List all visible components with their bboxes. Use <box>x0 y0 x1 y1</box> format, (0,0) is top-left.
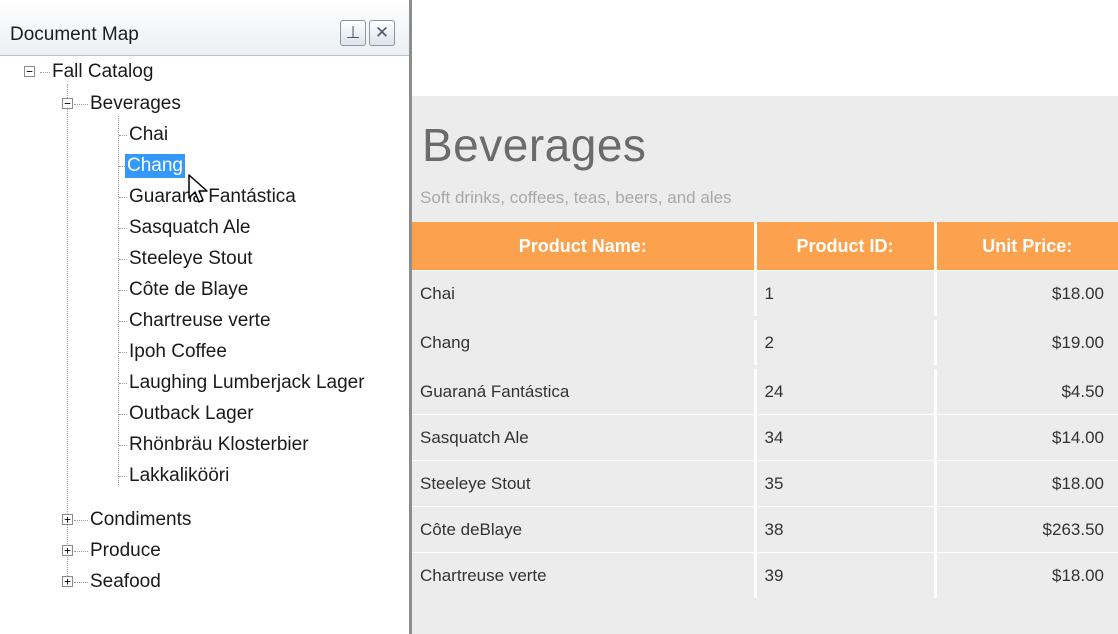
close-button[interactable]: ✕ <box>369 20 395 46</box>
table-header-row: Product Name: Product ID: Unit Price: <box>412 222 1118 271</box>
product-id-cell: 39 <box>755 552 937 598</box>
unit-price-cell: $4.50 <box>935 366 1118 415</box>
product-id-cell: 24 <box>755 366 937 415</box>
product-name-cell: Chang <box>412 317 757 367</box>
tree-line <box>74 520 88 521</box>
unit-price-cell: $18.00 <box>935 270 1118 318</box>
tree-line <box>74 582 88 583</box>
unit-price-cell: $263.50 <box>935 506 1118 553</box>
collapse-toggle-beverages[interactable]: − <box>62 98 73 109</box>
tree-line <box>119 228 127 229</box>
pin-button[interactable]: ⊥ <box>340 20 366 46</box>
tree-line <box>74 551 88 552</box>
table-row: Sasquatch Ale 34 $14.00 <box>412 414 1118 461</box>
table-row: Côte deBlaye 38 $263.50 <box>412 506 1118 553</box>
report-preview: Beverages Soft drinks, coffees, teas, be… <box>412 0 1118 634</box>
table-row: Steeleye Stout 35 $18.00 <box>412 460 1118 507</box>
product-id-cell: 1 <box>755 270 937 318</box>
tree-line <box>119 383 127 384</box>
report-subtitle: Soft drinks, coffees, teas, beers, and a… <box>420 188 732 207</box>
product-name-cell: Chai <box>412 270 757 318</box>
products-table: Product Name: Product ID: Unit Price: Ch… <box>412 222 1118 598</box>
product-name-cell: Sasquatch Ale <box>412 414 757 461</box>
tree-line <box>119 259 127 260</box>
tree-line <box>119 290 127 291</box>
product-name-cell: Côte deBlaye <box>412 506 757 553</box>
product-name-cell: Steeleye Stout <box>412 460 757 507</box>
tree-node-laughing-lumberjack-lager[interactable]: Laughing Lumberjack Lager <box>127 371 367 395</box>
tree-node-beverages[interactable]: Beverages <box>88 92 183 116</box>
table-row: Chang 2 $19.00 <box>412 317 1118 367</box>
unit-price-cell: $19.00 <box>935 317 1118 367</box>
product-name-cell: Guaraná Fantástica <box>412 366 757 415</box>
pin-icon: ⊥ <box>345 23 361 43</box>
tree-node-guarana-fantastica[interactable]: Guaraná Fantástica <box>127 185 298 209</box>
unit-price-cell: $18.00 <box>935 552 1118 598</box>
document-map-panel: Document Map ⊥ ✕ − Fall Catalog − Bevera… <box>0 0 412 634</box>
product-id-cell: 2 <box>755 317 937 367</box>
tree-node-fall-catalog[interactable]: Fall Catalog <box>50 60 155 84</box>
column-header-product-id: Product ID: <box>755 222 937 271</box>
tree-line <box>119 476 127 477</box>
tree-line <box>40 72 50 73</box>
product-id-cell: 38 <box>755 506 937 553</box>
tree-node-ipoh-coffee[interactable]: Ipoh Coffee <box>127 340 229 364</box>
table-row: Guaraná Fantástica 24 $4.50 <box>412 366 1118 415</box>
tree-node-seafood[interactable]: Seafood <box>88 570 163 594</box>
tree-node-condiments[interactable]: Condiments <box>88 508 193 532</box>
tree-line <box>119 197 127 198</box>
tree-line <box>119 352 127 353</box>
tree-node-rhonbrau-klosterbier[interactable]: Rhönbräu Klosterbier <box>127 433 311 457</box>
table-row: Chartreuse verte 39 $18.00 <box>412 552 1118 598</box>
close-icon: ✕ <box>374 23 390 43</box>
tree-line <box>67 84 68 584</box>
tree-node-steeleye-stout[interactable]: Steeleye Stout <box>127 247 255 271</box>
table-row: Chai 1 $18.00 <box>412 270 1118 318</box>
product-id-cell: 34 <box>755 414 937 461</box>
column-header-unit-price: Unit Price: <box>935 222 1118 271</box>
tree-node-produce[interactable]: Produce <box>88 539 163 563</box>
document-map-title: Document Map <box>10 24 139 45</box>
tree-node-chang[interactable]: Chang <box>125 154 185 178</box>
tree-line <box>74 104 88 105</box>
unit-price-cell: $14.00 <box>935 414 1118 461</box>
tree-node-lakkalikoori[interactable]: Lakkalikööri <box>127 464 231 488</box>
tree-line <box>119 445 127 446</box>
expand-toggle-condiments[interactable]: + <box>62 514 73 525</box>
tree-line <box>119 321 127 322</box>
tree-line <box>119 135 127 136</box>
expand-toggle-seafood[interactable]: + <box>62 576 73 587</box>
tree-line <box>119 414 127 415</box>
report-title: Beverages <box>422 119 647 171</box>
tree-node-chartreuse-verte[interactable]: Chartreuse verte <box>127 309 273 333</box>
tree-node-chai[interactable]: Chai <box>127 123 170 147</box>
product-name-cell: Chartreuse verte <box>412 552 757 598</box>
tree-line <box>118 116 119 485</box>
column-header-product-name: Product Name: <box>412 222 757 271</box>
product-id-cell: 35 <box>755 460 937 507</box>
mouse-cursor-icon <box>188 174 208 203</box>
tree-node-cote-de-blaye[interactable]: Côte de Blaye <box>127 278 250 302</box>
expand-toggle-produce[interactable]: + <box>62 545 73 556</box>
tree-node-outback-lager[interactable]: Outback Lager <box>127 402 256 426</box>
unit-price-cell: $18.00 <box>935 460 1118 507</box>
tree-node-sasquatch-ale[interactable]: Sasquatch Ale <box>127 216 252 240</box>
document-map-header: Document Map ⊥ ✕ <box>0 0 409 56</box>
collapse-toggle-root[interactable]: − <box>24 66 35 77</box>
